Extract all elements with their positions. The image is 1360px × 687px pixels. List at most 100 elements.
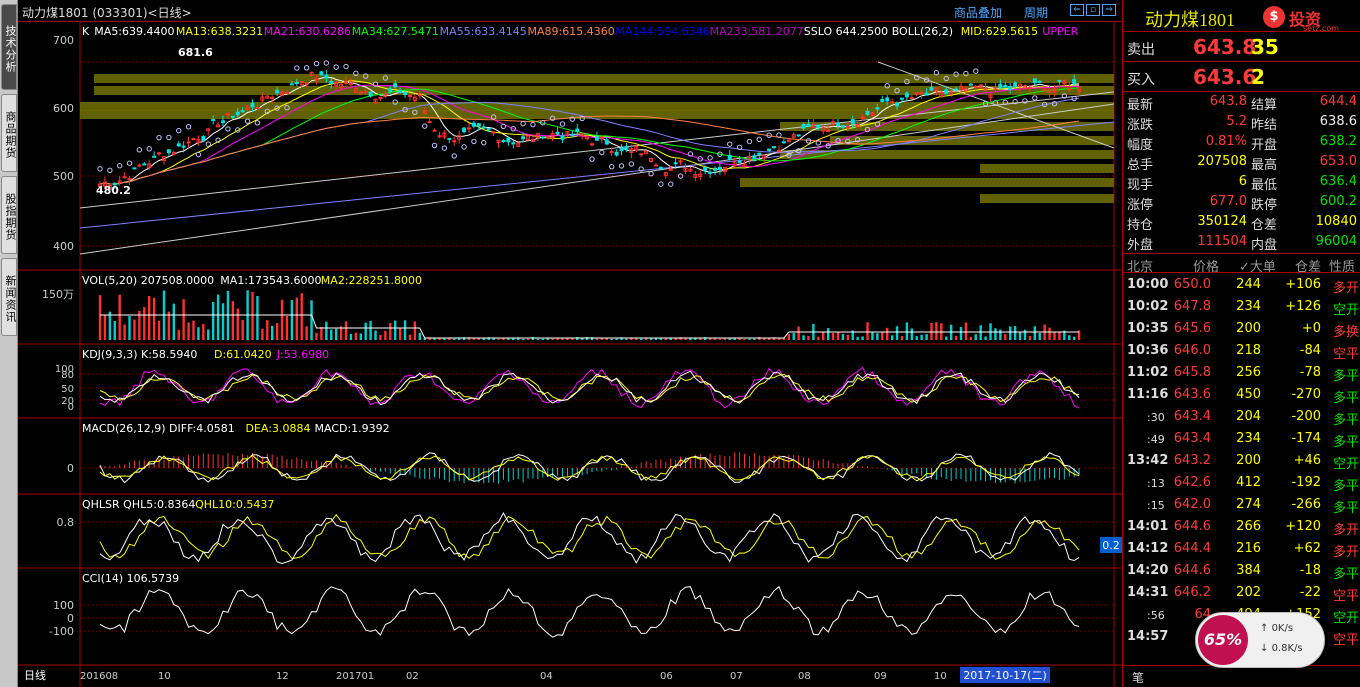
volume-bar xyxy=(910,328,913,340)
trade-row[interactable]: :15 642.0 274 -266 多平 xyxy=(1123,494,1360,516)
trade-row[interactable]: 10:02 647.8 234 +126 空开 xyxy=(1123,296,1360,318)
candle-body xyxy=(545,135,550,138)
volume-bar xyxy=(758,337,761,340)
trade-row[interactable]: 10:36 646.0 218 -84 空平 xyxy=(1123,340,1360,362)
volume-bar xyxy=(143,307,146,340)
trade-oi-change: +126 xyxy=(1285,299,1321,314)
sar-dot xyxy=(618,163,625,169)
volume-bar xyxy=(398,327,402,340)
quote-bottom-bar: 笔 xyxy=(1122,665,1360,687)
buy-row: 买入 643.6 2 xyxy=(1123,62,1360,92)
candle-body xyxy=(501,139,506,142)
shrink-button[interactable]: ⇐ xyxy=(1070,4,1084,16)
volume-bar xyxy=(526,338,530,340)
candle-body xyxy=(122,176,127,179)
restore-button[interactable]: ▫ xyxy=(1086,4,1100,16)
stat-value: 636.4 xyxy=(1319,174,1357,189)
trade-row[interactable]: 14:20 644.6 384 -18 多平 xyxy=(1123,560,1360,582)
sar-dot xyxy=(156,134,162,141)
legend-item: MA233:581.2077 xyxy=(710,25,804,38)
trade-time: :30 xyxy=(1147,411,1165,424)
volume-bar xyxy=(187,322,190,340)
candle-body xyxy=(619,147,624,152)
date-tick: 10 xyxy=(934,671,947,682)
candle-body xyxy=(476,123,481,127)
trade-row[interactable]: 14:31 646.2 202 -22 空平 xyxy=(1123,582,1360,604)
tab-news[interactable]: 新闻资讯 xyxy=(1,258,17,336)
candle-body xyxy=(294,81,299,84)
candle-body xyxy=(717,166,722,170)
candle-body xyxy=(240,110,245,113)
candle-body xyxy=(614,151,619,156)
tab-index-futures[interactable]: 股指期货 xyxy=(1,176,17,254)
stat-label: 涨跌 xyxy=(1127,118,1154,133)
stat-label: 现手 xyxy=(1127,178,1154,193)
ma-line xyxy=(99,80,1080,185)
commodity-overlay-link[interactable]: 商品叠加 xyxy=(954,4,1002,21)
volume-bar xyxy=(817,336,820,340)
trade-row[interactable]: :30 643.4 204 -200 多平 xyxy=(1123,406,1360,428)
trade-time: 14:31 xyxy=(1127,585,1169,600)
candle-body xyxy=(427,121,432,124)
trade-nature: 多开 xyxy=(1332,545,1359,560)
volume-bar xyxy=(216,294,220,340)
trade-row[interactable]: 13:42 643.2 200 +46 空开 xyxy=(1123,450,1360,472)
date-tick: 08 xyxy=(798,671,811,682)
stat-label: 总手 xyxy=(1127,158,1154,173)
stat-value: 677.0 xyxy=(1209,194,1247,209)
trade-row[interactable]: :13 642.6 412 -192 多平 xyxy=(1123,472,1360,494)
sar-dot xyxy=(254,120,261,126)
trade-volume: 256 xyxy=(1236,365,1261,380)
trade-price: 647.8 xyxy=(1173,299,1211,314)
volume-bar xyxy=(802,335,805,340)
chart-area[interactable]: 动力煤1801 (033301)<日线> 商品叠加 周期 ⇐ ▫ ⇒ K MA5:… xyxy=(18,0,1122,687)
volume-bar xyxy=(640,338,643,340)
stat-row: 现手 6 最低 636.4 xyxy=(1123,172,1360,193)
stat-value: 6 xyxy=(1238,174,1247,189)
trade-row[interactable]: :49 643.4 234 -174 多平 xyxy=(1123,428,1360,450)
trade-volume: 200 xyxy=(1236,321,1261,336)
period-link[interactable]: 周期 xyxy=(1024,4,1048,21)
tab-technical-analysis[interactable]: 技术分析 xyxy=(1,4,17,90)
trade-row[interactable]: 11:16 643.6 450 -270 多平 xyxy=(1123,384,1360,406)
trade-col-bigorder[interactable]: ✓大单 xyxy=(1239,256,1276,275)
trade-row[interactable]: 11:02 645.8 256 -78 多平 xyxy=(1123,362,1360,384)
volume-bar xyxy=(325,321,328,340)
volume-bar xyxy=(1033,326,1036,340)
volume-bar xyxy=(1068,335,1071,340)
stat-value: 600.2 xyxy=(1319,194,1357,209)
trade-row[interactable]: 10:00 650.0 244 +106 多开 xyxy=(1123,274,1360,296)
legend-item: CCI(14) 106.5739 xyxy=(82,572,179,585)
maximize-button[interactable]: ⇒ xyxy=(1102,4,1116,16)
network-speed-widget[interactable]: 65% ↑ 0K/s ↓ 0.8K/s xyxy=(1195,612,1325,668)
volume-bar xyxy=(261,328,264,340)
trade-row[interactable]: 14:12 644.4 216 +62 多开 xyxy=(1123,538,1360,560)
candle-body xyxy=(437,135,442,138)
candle-body xyxy=(713,167,717,171)
legend-item: MA2:228251.8000 xyxy=(321,274,422,287)
volume-bar xyxy=(822,332,825,340)
stat-label: 幅度 xyxy=(1127,138,1154,153)
candle-body xyxy=(801,124,806,129)
trade-time: :56 xyxy=(1147,609,1165,622)
volume-bar xyxy=(221,303,225,340)
trade-row[interactable]: 10:35 645.6 200 +0 多换 xyxy=(1123,318,1360,340)
trade-nature: 多平 xyxy=(1332,479,1359,494)
candle-body xyxy=(142,163,147,166)
trade-row[interactable]: 14:01 644.6 266 +120 多开 xyxy=(1123,516,1360,538)
chart-canvas[interactable]: K MA5:639.4400 MA13:638.3231 MA21:630.6286 M… xyxy=(18,22,1122,687)
candle-body xyxy=(594,136,599,141)
trade-col-price: 价格 xyxy=(1193,260,1220,275)
stat-label: 涨停 xyxy=(1127,198,1154,213)
sar-dot xyxy=(323,60,330,66)
volume-bar xyxy=(969,336,973,340)
volume-bar xyxy=(920,334,923,340)
volume-bar xyxy=(330,329,333,340)
volume-bar xyxy=(1023,329,1027,340)
candle-body xyxy=(181,145,186,148)
tab-commodity-futures[interactable]: 商品期货 xyxy=(1,94,17,172)
stat-row: 幅度 0.81% 开盘 638.2 xyxy=(1123,132,1360,153)
trade-time: 14:01 xyxy=(1127,519,1169,534)
trade-nature: 多开 xyxy=(1332,523,1359,538)
price-zone xyxy=(80,110,1114,119)
